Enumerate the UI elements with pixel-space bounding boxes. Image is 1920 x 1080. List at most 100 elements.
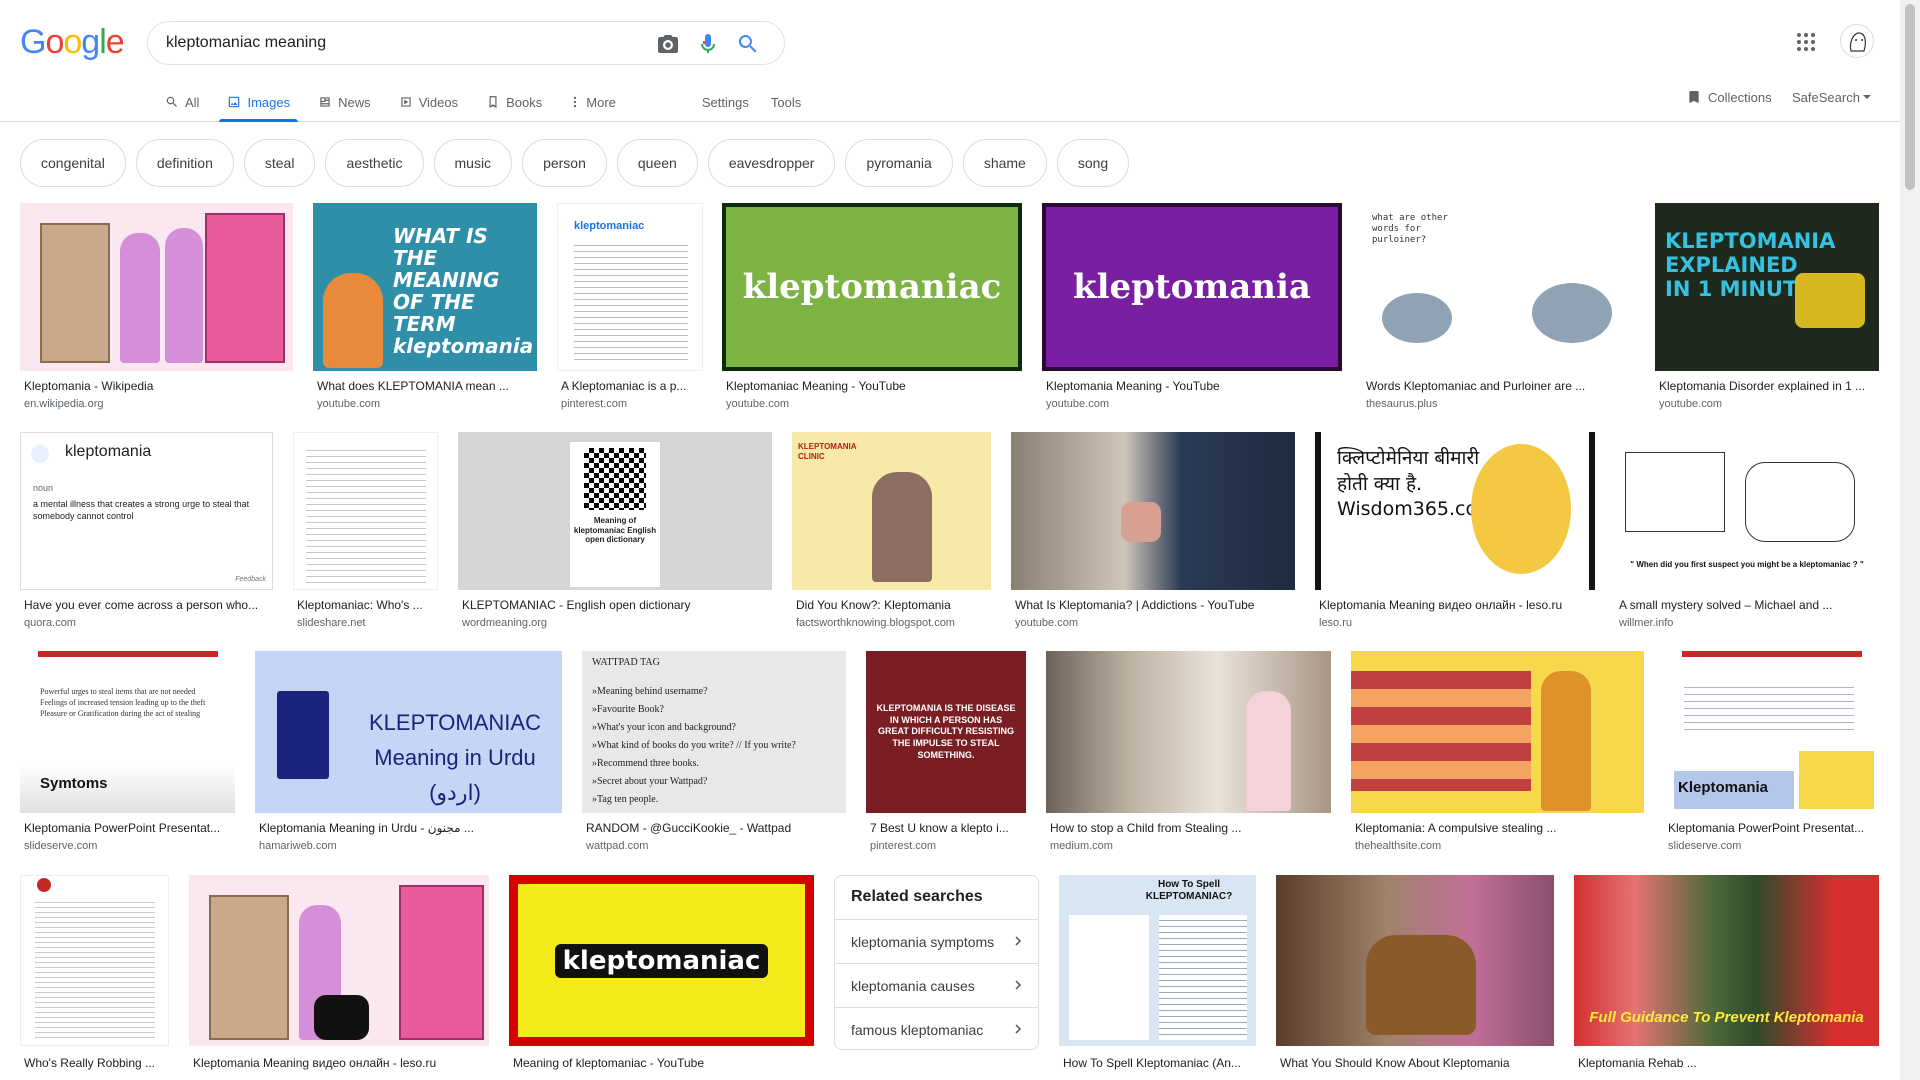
scrollbar[interactable] — [1900, 0, 1920, 1080]
image-result[interactable]: kleptomania Kleptomania Meaning - YouTub… — [1042, 203, 1342, 413]
image-result[interactable]: WATTPAD TAG »Meaning behind username? »F… — [582, 651, 846, 855]
result-thumbnail: KLEPTOMANIA EXPLAINED IN 1 MINUTE — [1655, 203, 1879, 371]
bullet: Powerful urges to steal items that are n… — [40, 687, 196, 696]
image-result[interactable]: What You Should Know About Kleptomania — [1276, 875, 1554, 1080]
result-title: Did You Know?: Kleptomania — [796, 598, 951, 612]
image-result[interactable]: Full Guidance To Prevent Kleptomania Kle… — [1574, 875, 1879, 1080]
chip[interactable]: definition — [135, 139, 234, 187]
chip[interactable]: music — [433, 139, 513, 187]
safesearch-dropdown[interactable]: SafeSearch — [1792, 82, 1872, 112]
result-thumbnail — [1011, 432, 1295, 590]
thumb-text: kleptomania — [1046, 207, 1338, 367]
result-thumbnail: Full Guidance To Prevent Kleptomania — [1574, 875, 1879, 1046]
image-result[interactable]: KLEPTOMANIAC Meaning in Urdu (اردو) Klep… — [255, 651, 562, 855]
thumb-text: Meaning of kleptomaniac English open dic… — [573, 516, 657, 545]
chip[interactable]: shame — [962, 139, 1047, 187]
image-result[interactable]: kleptomania noun a mental illness that c… — [20, 432, 273, 632]
image-result[interactable]: kleptomaniac A Kleptomaniac is a p... pi… — [557, 203, 703, 413]
image-result[interactable]: WHAT IS THE MEANING OF THE TERM kleptoma… — [313, 203, 537, 413]
image-result[interactable]: What Is Kleptomania? | Addictions - YouT… — [1011, 432, 1295, 632]
result-title: Kleptomania PowerPoint Presentat... — [1668, 821, 1865, 835]
microphone-icon[interactable] — [696, 32, 720, 56]
settings-link[interactable]: Settings — [702, 82, 749, 122]
image-result[interactable]: kleptomaniac Kleptomaniac Meaning - YouT… — [722, 203, 1022, 413]
result-thumbnail — [1276, 875, 1554, 1046]
image-result[interactable]: kleptomaniac Meaning of kleptomaniac - Y… — [509, 875, 814, 1080]
tab-videos[interactable]: Videos — [399, 82, 458, 122]
tab-books[interactable]: Books — [486, 82, 542, 122]
chip[interactable]: aesthetic — [325, 139, 424, 187]
line: »Secret about your Wattpad? — [592, 776, 708, 787]
search-input[interactable] — [166, 22, 636, 64]
chip[interactable]: pyromania — [845, 139, 953, 187]
camera-icon[interactable] — [656, 32, 680, 56]
image-result[interactable]: How To Spell KLEPTOMANIAC? How To Spell … — [1059, 875, 1256, 1080]
result-thumbnail — [20, 875, 169, 1046]
related-search-item[interactable]: famous kleptomaniac — [835, 1007, 1038, 1051]
search-box[interactable] — [147, 21, 785, 65]
result-title: A small mystery solved – Michael and ... — [1619, 598, 1833, 612]
video-icon — [400, 97, 411, 107]
thumb-text: kleptomania — [65, 443, 152, 460]
related-search-item[interactable]: kleptomania causes — [835, 963, 1038, 1007]
image-result[interactable]: Kleptomaniac: Who's ... slideshare.net — [293, 432, 438, 632]
google-logo[interactable]: Google — [20, 22, 125, 62]
account-avatar[interactable] — [1840, 24, 1874, 58]
image-result[interactable]: Meaning of kleptomaniac English open dic… — [458, 432, 772, 632]
result-source: youtube.com — [1046, 398, 1109, 410]
tab-label: News — [338, 94, 371, 110]
chevron-right-icon — [1015, 980, 1022, 990]
image-result[interactable]: Kleptomania Meaning видео онлайн - leso.… — [189, 875, 489, 1080]
image-result[interactable]: " When did you first suspect you might b… — [1615, 432, 1879, 632]
line: »Meaning behind username? — [592, 686, 708, 697]
result-thumbnail: what are other words for purloiner? — [1362, 203, 1635, 371]
image-result[interactable]: KLEPTOMANIA IS THE DISEASE IN WHICH A PE… — [866, 651, 1026, 855]
image-result[interactable]: Kleptomania: A compulsive stealing ... t… — [1351, 651, 1644, 855]
result-thumbnail — [1351, 651, 1644, 813]
tab-news[interactable]: News — [318, 82, 371, 122]
bullet: Pleasure or Gratification during the act… — [40, 709, 201, 719]
image-result[interactable]: Kleptomania - Wikipedia en.wikipedia.org — [20, 203, 293, 413]
search-icon[interactable] — [736, 32, 760, 56]
apps-grid-icon[interactable] — [1794, 30, 1818, 54]
result-title: Meaning of kleptomaniac - YouTube — [513, 1056, 705, 1070]
chevron-right-icon — [1015, 1024, 1022, 1034]
chevron-down-icon — [1862, 95, 1871, 99]
line: »Favourite Book? — [592, 704, 664, 715]
result-thumbnail — [1046, 651, 1331, 813]
result-source: factsworthknowing.blogspot.com — [796, 617, 955, 629]
line: »Recommend three books. — [592, 758, 699, 769]
scrollbar-thumb[interactable] — [1905, 4, 1915, 190]
image-result[interactable]: KLEPTOMANIA CLINIC Did You Know?: Klepto… — [792, 432, 991, 632]
chip[interactable]: congenital — [20, 139, 126, 187]
result-thumbnail: KLEPTOMANIA IS THE DISEASE IN WHICH A PE… — [866, 651, 1026, 813]
chip[interactable]: steal — [243, 139, 316, 187]
book-icon — [489, 96, 497, 108]
chip[interactable]: person — [522, 139, 607, 187]
definition-feedback: Feedback — [235, 576, 266, 583]
header: Google All Images News Videos Boo — [0, 0, 1900, 122]
chip[interactable]: eavesdropper — [707, 139, 836, 187]
result-title: Words Kleptomaniac and Purloiner are ... — [1366, 379, 1586, 393]
image-result[interactable]: KLEPTOMANIA EXPLAINED IN 1 MINUTE Klepto… — [1655, 203, 1879, 413]
image-result[interactable]: Powerful urges to steal items that are n… — [20, 651, 235, 855]
image-result[interactable]: Kleptomania Kleptomania PowerPoint Prese… — [1664, 651, 1879, 855]
tab-all[interactable]: All — [165, 82, 199, 122]
related-search-item[interactable]: kleptomania symptoms — [835, 919, 1038, 963]
chip[interactable]: song — [1056, 139, 1130, 187]
result-source: wattpad.com — [586, 840, 649, 852]
result-title: A Kleptomaniac is a p... — [561, 379, 687, 393]
result-title: Have you ever come across a person who..… — [24, 598, 259, 612]
thumb-text: Kleptomania — [1678, 779, 1769, 796]
image-result[interactable]: Who's Really Robbing ... — [20, 875, 169, 1080]
collections-link[interactable]: Collections — [1686, 82, 1772, 112]
image-result[interactable]: How to stop a Child from Stealing ... me… — [1046, 651, 1331, 855]
image-result[interactable]: what are other words for purloiner? Word… — [1362, 203, 1635, 413]
result-title: Kleptomania - Wikipedia — [24, 379, 154, 393]
chip[interactable]: queen — [616, 139, 698, 187]
tab-images[interactable]: Images — [219, 82, 298, 122]
result-thumbnail — [20, 203, 293, 371]
tab-more[interactable]: More — [570, 82, 616, 122]
tools-link[interactable]: Tools — [771, 82, 801, 122]
image-result[interactable]: क्लिप्टोमेनिया बीमारी होती क्या है. Wisd… — [1315, 432, 1595, 632]
